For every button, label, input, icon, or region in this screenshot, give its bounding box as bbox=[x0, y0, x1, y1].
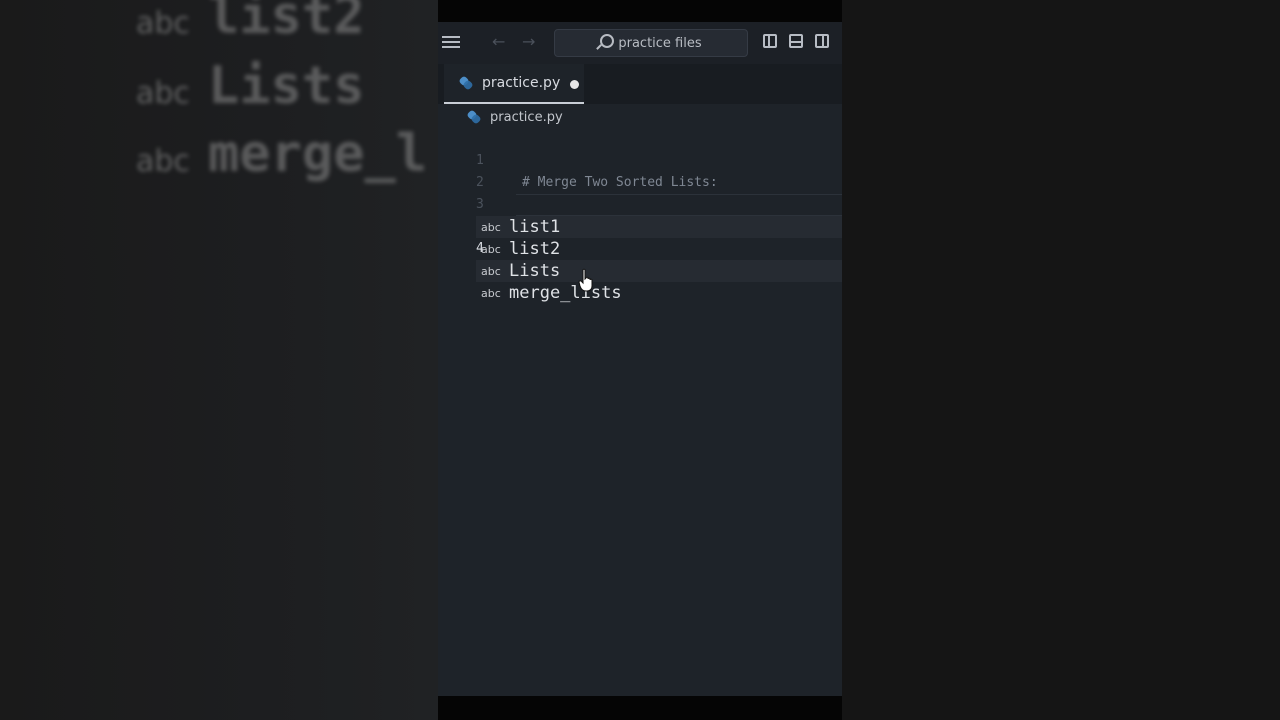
tab-practice-py[interactable]: practice.py bbox=[444, 64, 584, 104]
hamburger-menu-icon[interactable] bbox=[442, 36, 460, 50]
text-kind-icon: abc bbox=[481, 264, 501, 278]
bg-suggestion-row: abc merge_l bbox=[136, 124, 427, 184]
code-line: 2 bbox=[438, 150, 842, 190]
suggestion-item[interactable]: abc list1 bbox=[476, 216, 842, 238]
command-center-search[interactable]: practice files bbox=[554, 29, 748, 57]
suggestion-label: merge_lists bbox=[509, 283, 622, 303]
bg-word: Lists bbox=[208, 56, 365, 116]
tab-bar: practice.py bbox=[438, 64, 842, 104]
bg-abc-label: abc bbox=[136, 6, 190, 41]
code-editor-window: ← → practice files practice.py practice.… bbox=[438, 22, 842, 696]
breadcrumb-file-label: practice.py bbox=[490, 109, 563, 125]
code-area[interactable]: 1 # Merge Two Sorted Lists: 2 3 def merg… bbox=[438, 128, 842, 279]
background-right-panel bbox=[842, 0, 1280, 720]
autocomplete-suggestions: abc list1 abc list2 abc Lists abc merge_… bbox=[476, 216, 842, 304]
search-icon bbox=[600, 34, 615, 48]
bg-word: list2 bbox=[208, 0, 365, 46]
bg-abc-label: abc bbox=[136, 144, 190, 179]
bg-suggestion-row: abc Lists bbox=[136, 56, 365, 116]
tab-label: practice.py bbox=[482, 75, 561, 91]
suggestion-item[interactable]: abc Lists bbox=[476, 260, 842, 282]
toggle-primary-sidebar-icon[interactable] bbox=[763, 34, 777, 48]
toggle-panel-icon[interactable] bbox=[789, 34, 803, 48]
text-kind-icon: abc bbox=[481, 286, 501, 300]
code-line: 1 # Merge Two Sorted Lists: bbox=[438, 128, 842, 190]
suggestion-item[interactable]: abc merge_lists bbox=[476, 282, 842, 304]
code-line: 3 def merge_lists(list1, list2): bbox=[438, 172, 842, 234]
bottom-letterbox bbox=[438, 696, 842, 720]
mouse-pointer-hand-icon bbox=[578, 268, 593, 292]
bg-abc-label: abc bbox=[136, 76, 190, 111]
suggestion-label: list1 bbox=[509, 217, 561, 237]
arrow-right-icon[interactable]: → bbox=[522, 32, 535, 51]
arrow-left-icon[interactable]: ← bbox=[492, 32, 505, 51]
toggle-secondary-sidebar-icon[interactable] bbox=[815, 34, 829, 48]
title-bar: ← → practice files bbox=[438, 22, 842, 64]
python-file-icon bbox=[460, 77, 472, 89]
bg-suggestion-row: abc list2 bbox=[136, 0, 365, 46]
suggestion-label: list2 bbox=[509, 239, 561, 259]
suggestion-label: Lists bbox=[509, 261, 561, 281]
layout-controls bbox=[763, 34, 829, 48]
current-line-highlight bbox=[516, 194, 842, 216]
breadcrumb[interactable]: practice.py bbox=[468, 106, 563, 128]
top-letterbox bbox=[438, 0, 842, 22]
text-kind-icon: abc bbox=[481, 242, 501, 256]
background-zoom-panel: abc list2 abc Lists abc merge_l bbox=[0, 0, 438, 720]
code-line-active: 4 return sorted(list) bbox=[438, 194, 842, 279]
suggestion-item[interactable]: abc list2 bbox=[476, 238, 842, 260]
python-file-icon bbox=[468, 111, 480, 123]
unsaved-dot-icon[interactable] bbox=[570, 80, 579, 89]
search-label: practice files bbox=[618, 35, 702, 51]
bg-word: merge_l bbox=[208, 124, 428, 184]
text-kind-icon: abc bbox=[481, 220, 501, 234]
